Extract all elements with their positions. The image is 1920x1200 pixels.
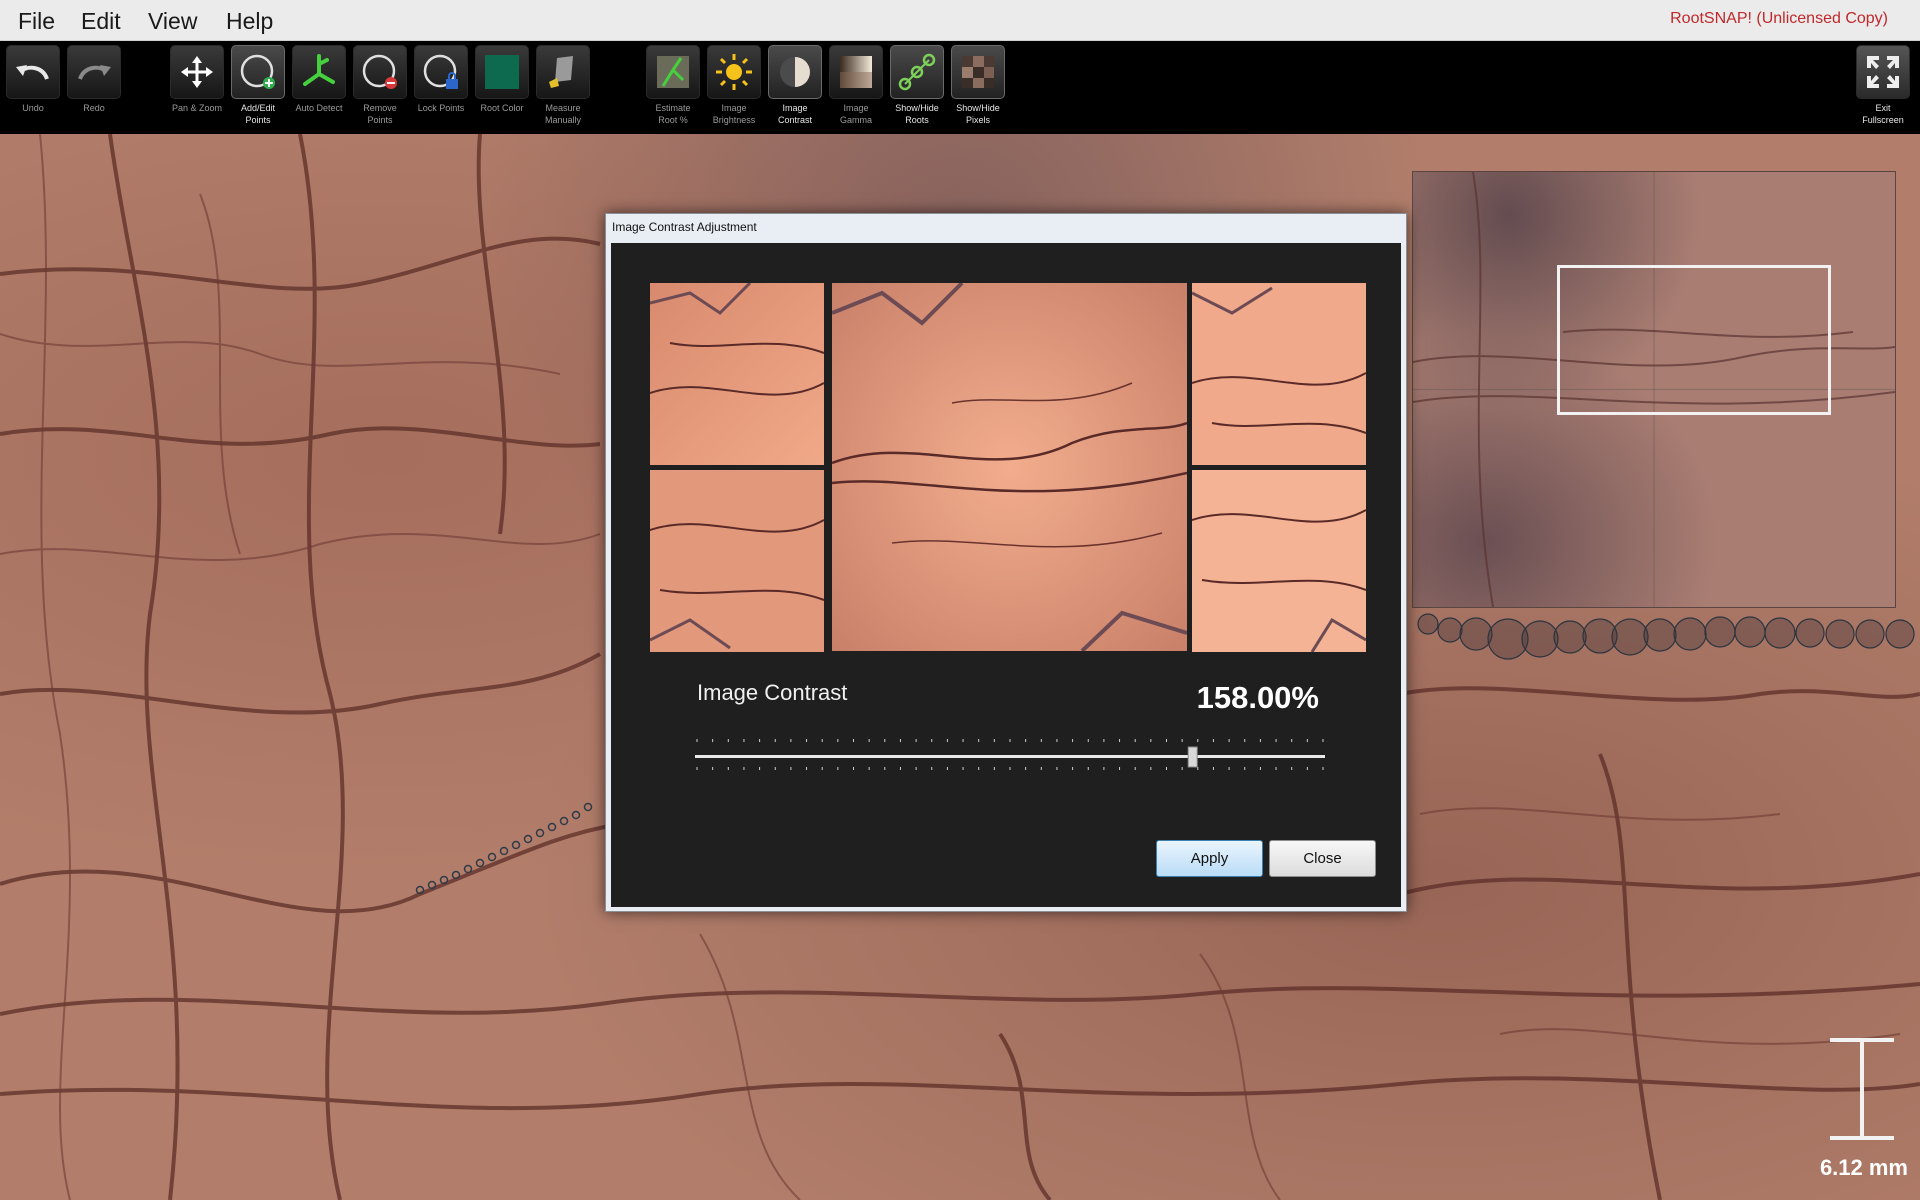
measure-manually-icon — [549, 56, 573, 88]
add-edit-points-button[interactable]: Add/Edit Points — [230, 45, 286, 135]
redo-icon — [78, 65, 111, 80]
menu-bar: File Edit View Help RootSNAP! (Unlicense… — [0, 0, 1920, 41]
navigator-minimap[interactable] — [1412, 171, 1896, 608]
exit-fullscreen-icon — [1867, 56, 1899, 88]
dialog-body: Image Contrast 158.00% Apply Close — [611, 243, 1401, 907]
redo-button[interactable]: Redo — [66, 45, 122, 135]
sun-icon — [716, 54, 752, 90]
gamma-icon — [840, 56, 872, 88]
measure-manually-button[interactable]: Measure Manually — [535, 45, 591, 135]
add-point-icon — [240, 54, 275, 89]
toolbar: Undo Redo Pan & Zoom Add/Edit Points Auto… — [0, 41, 1920, 133]
apply-button[interactable]: Apply — [1156, 840, 1263, 877]
estimate-root-icon — [657, 56, 689, 88]
auto-detect-button[interactable]: Auto Detect — [291, 45, 347, 135]
undo-icon — [16, 65, 49, 80]
pixels-icon — [962, 56, 994, 88]
pan-zoom-button[interactable]: Pan & Zoom — [169, 45, 225, 135]
estimate-root-button[interactable]: Estimate Root % — [645, 45, 701, 135]
scale-label: 6.12 mm — [1819, 1155, 1908, 1180]
slider-track — [695, 755, 1325, 758]
lock-points-button[interactable]: Lock Points — [413, 45, 469, 135]
slider-thumb[interactable] — [1187, 746, 1198, 768]
roots-nodes-icon — [898, 53, 936, 91]
undo-button[interactable]: Undo — [5, 45, 61, 135]
show-hide-roots-button[interactable]: Show/Hide Roots — [889, 45, 945, 135]
preview-main[interactable] — [832, 283, 1187, 651]
contrast-value: 158.00% — [1196, 680, 1319, 715]
preview-thumb-1[interactable] — [650, 283, 824, 465]
dialog-title: Image Contrast Adjustment — [612, 220, 757, 234]
menu-edit[interactable]: Edit — [81, 8, 121, 35]
image-brightness-button[interactable]: Image Brightness — [706, 45, 762, 135]
contrast-dialog: Image Contrast Adjustment Image Contrast… — [605, 213, 1407, 912]
contrast-icon — [780, 57, 810, 87]
close-button[interactable]: Close — [1269, 840, 1376, 877]
root-color-button[interactable]: Root Color — [474, 45, 530, 135]
remove-points-button[interactable]: Remove Points — [352, 45, 408, 135]
remove-point-icon — [362, 54, 397, 89]
move-arrows-icon — [181, 56, 213, 88]
preview-thumb-2[interactable] — [650, 470, 824, 652]
exit-fullscreen-button[interactable]: Exit Fullscreen — [1855, 45, 1911, 135]
app-brand: RootSNAP! (Unlicensed Copy) — [1670, 10, 1888, 27]
contrast-slider[interactable] — [695, 737, 1325, 777]
menu-file[interactable]: File — [18, 8, 55, 35]
slider-ticks — [696, 739, 1324, 770]
image-gamma-button[interactable]: Image Gamma — [828, 45, 884, 135]
preview-thumb-4[interactable] — [1192, 470, 1366, 652]
image-contrast-button[interactable]: Image Contrast — [767, 45, 823, 135]
preview-thumb-3[interactable] — [1192, 283, 1366, 465]
menu-view[interactable]: View — [148, 8, 197, 35]
minimap-viewport-rect[interactable] — [1557, 265, 1831, 415]
auto-detect-roots-icon — [303, 54, 335, 86]
menu-help[interactable]: Help — [226, 8, 273, 35]
lock-point-icon — [423, 54, 458, 89]
show-hide-pixels-button[interactable]: Show/Hide Pixels — [950, 45, 1006, 135]
color-swatch-icon — [485, 55, 519, 89]
contrast-label: Image Contrast — [697, 680, 848, 705]
